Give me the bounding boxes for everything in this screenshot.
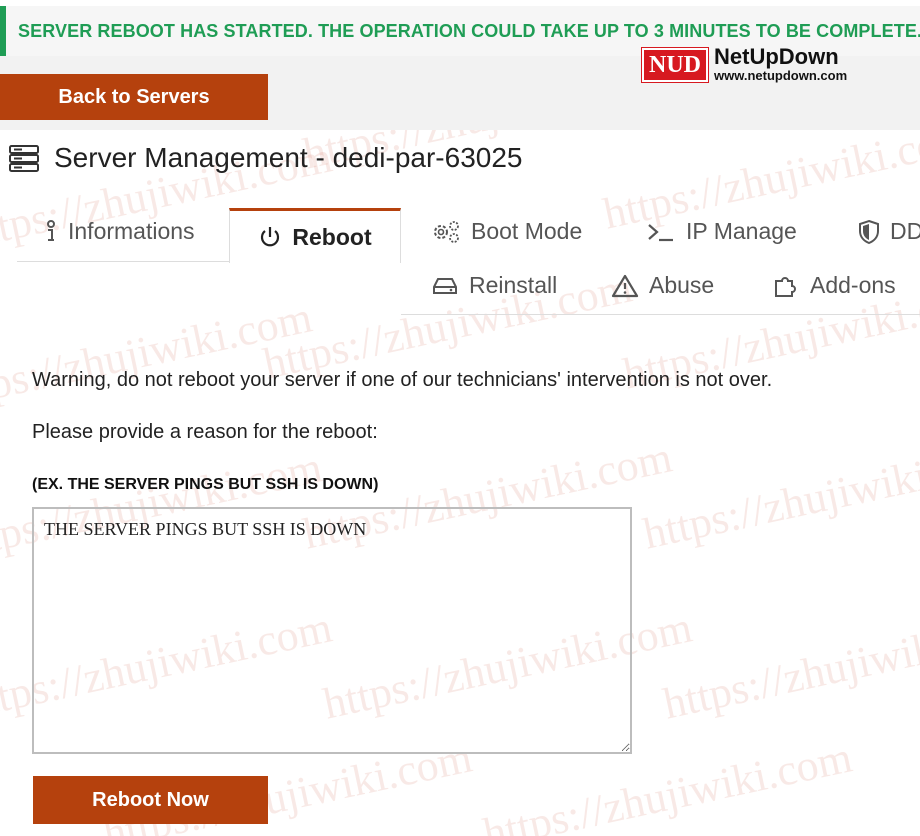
power-icon [261, 227, 280, 247]
terminal-icon [648, 223, 673, 241]
tab-reboot[interactable]: Reboot [229, 208, 401, 263]
tab-add-ons[interactable]: Add-ons [772, 272, 896, 299]
puzzle-icon [775, 276, 796, 297]
tab-divider [17, 261, 229, 262]
tab-label: Reboot [292, 223, 372, 250]
reason-prompt: Please provide a reason for the reboot: [32, 421, 378, 443]
reboot-now-button[interactable]: Reboot Now [33, 776, 268, 824]
tab-label: IP Manage [686, 218, 797, 244]
gears-icon [434, 220, 459, 243]
server-icon [9, 145, 39, 172]
tab-ip-manage[interactable]: IP Manage [646, 218, 797, 245]
warning-icon [611, 274, 639, 297]
tab-informations[interactable]: Informations [44, 218, 195, 245]
reason-field-label: (EX. THE SERVER PINGS BUT SSH IS DOWN) [32, 476, 379, 493]
back-to-servers-button[interactable]: Back to Servers [0, 74, 268, 120]
logo-name: NetUpDown [714, 44, 839, 69]
tab-label: Abuse [649, 272, 715, 298]
tab-boot-mode[interactable]: Boot Mode [431, 218, 582, 245]
hard-drive-icon [433, 277, 457, 294]
alert-text: SERVER REBOOT HAS STARTED. THE OPERATION… [18, 20, 920, 41]
shield-icon [859, 219, 879, 244]
page-title: Server Management - dedi-par-63025 [8, 142, 522, 174]
tab-reinstall[interactable]: Reinstall [431, 272, 557, 299]
logo-mark: NUD [642, 48, 708, 82]
logo-url: www.netupdown.com [714, 68, 848, 83]
tab-label: Informations [68, 218, 195, 244]
page-title-text: Server Management - dedi-par-63025 [54, 142, 523, 173]
tab-dd[interactable]: DD [858, 218, 920, 245]
tab-label: DD [890, 218, 920, 244]
info-icon [47, 219, 55, 241]
warning-text: Warning, do not reboot your server if on… [32, 369, 773, 391]
tab-divider [401, 314, 920, 315]
tab-label: Boot Mode [471, 218, 583, 244]
reason-textarea[interactable]: THE SERVER PINGS BUT SSH IS DOWN [32, 507, 632, 754]
tab-label: Add-ons [810, 272, 896, 298]
tab-label: Reinstall [469, 272, 558, 298]
tab-abuse[interactable]: Abuse [611, 272, 714, 299]
netupdown-logo: NUD NetUpDown www.netupdown.com [642, 46, 847, 84]
